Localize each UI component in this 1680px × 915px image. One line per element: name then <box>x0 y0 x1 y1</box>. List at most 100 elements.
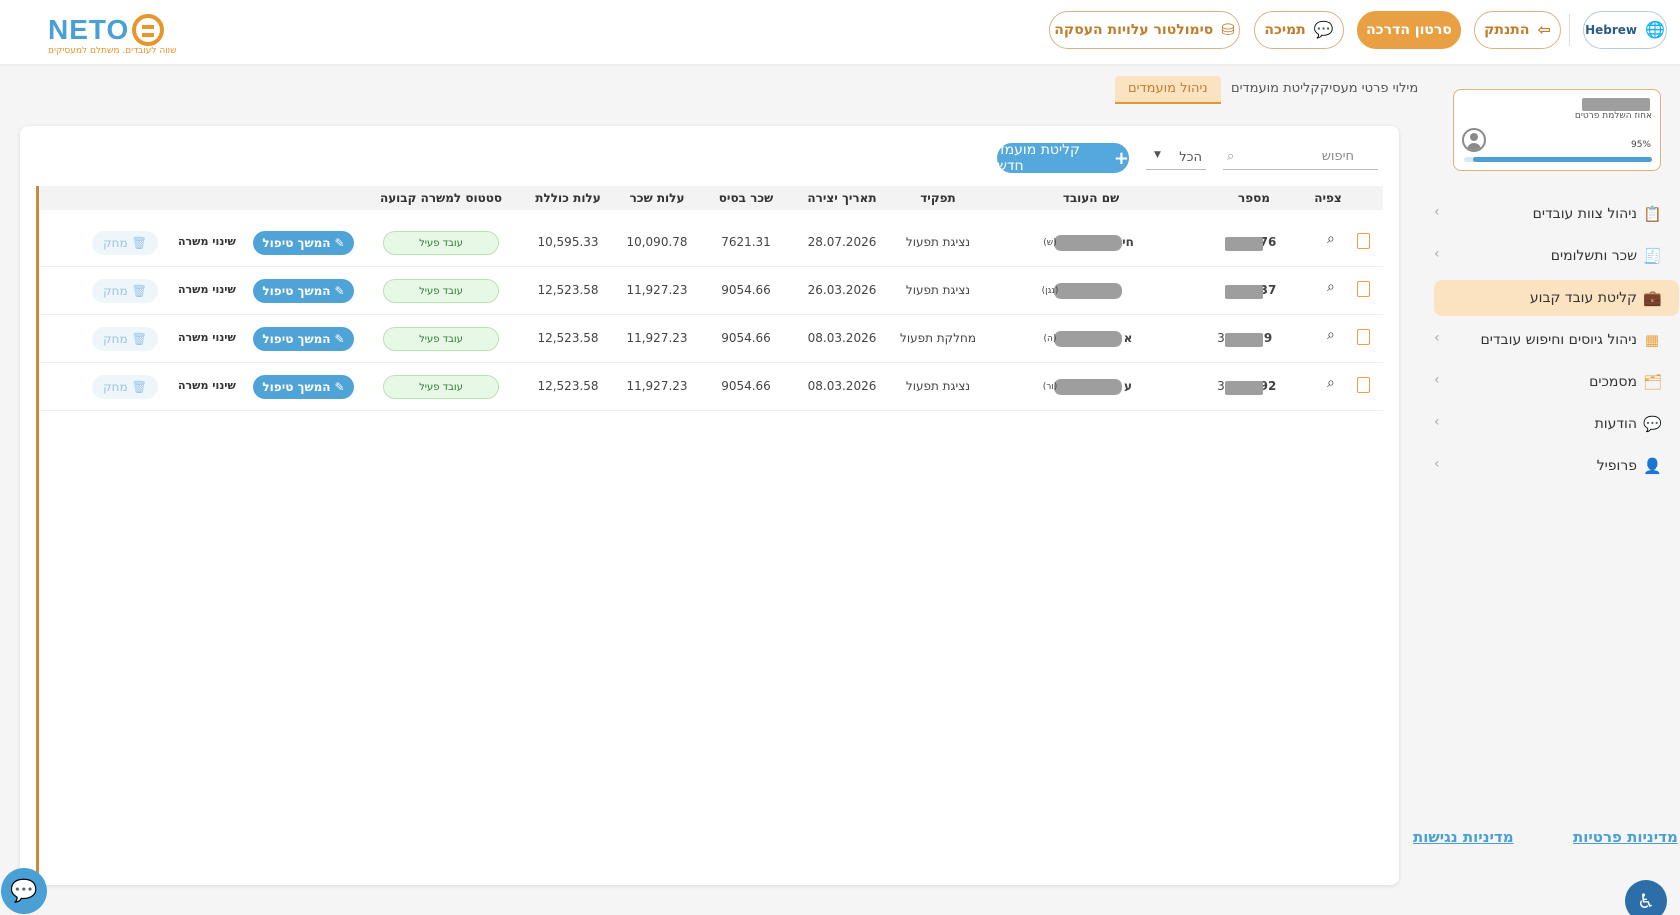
profile-completion-subtitle: אחוז השלמת פרטים <box>1574 111 1652 121</box>
name-start: חי <box>1122 235 1134 249</box>
chevron-left-icon: ‹ <box>1434 414 1440 430</box>
delete-button[interactable]: מחק 🗑 <box>92 279 158 303</box>
change-position-link[interactable]: שינוי משרה <box>178 283 236 296</box>
base-salary-cell: 9054.66 <box>721 283 771 297</box>
continue-handling-button[interactable]: המשך טיפול ✎ <box>253 375 354 399</box>
panel-accent-line <box>36 186 39 879</box>
document-icon[interactable] <box>1357 377 1370 393</box>
delete-button[interactable]: מחק 🗑 <box>92 231 158 255</box>
redacted-number <box>1225 333 1263 347</box>
trash-icon: 🗑 <box>131 332 147 346</box>
continue-handling-button[interactable]: המשך טיפול ✎ <box>253 231 354 255</box>
redacted-name <box>1054 235 1122 251</box>
documents-icon: 🗂 <box>1643 373 1663 391</box>
created-date-cell: 08.03.2026 <box>807 331 877 345</box>
continue-label: המשך טיפול <box>262 236 331 250</box>
logo-tagline: שווה לעובדים. משתלם למעסיקים <box>48 46 177 56</box>
privacy-policy-link[interactable]: מדיניות פרטיות <box>1573 828 1678 846</box>
sidebar-item-1[interactable]: ‹ שכר ותשלומים 🧾 <box>1434 238 1679 274</box>
document-icon[interactable] <box>1357 233 1370 249</box>
chat-icon: 💬 <box>1643 415 1662 433</box>
logout-label: התנתק <box>1484 22 1530 38</box>
logo-text: NETO <box>48 14 130 45</box>
delete-button[interactable]: מחק 🗑 <box>92 327 158 351</box>
role-cell: נציגת תפעול <box>905 235 971 249</box>
chevron-left-icon: ‹ <box>1434 372 1440 388</box>
number-prefix: 3 <box>1217 379 1225 393</box>
table-row: ⌕ 92 3 ע (ור) נציגת תפעול 08.03.2026 905… <box>40 363 1383 411</box>
trash-icon: 🗑 <box>131 284 147 298</box>
live-chat-button[interactable]: 💬 <box>1 868 47 914</box>
completion-percent: 95% <box>1630 140 1651 150</box>
trash-icon: 🗑 <box>131 380 147 394</box>
col-salary-cost: עלות שכר <box>629 191 685 205</box>
sub-tabs: מילוי פרטי מעסיק קליטת מועמדים ניהול מוע… <box>1100 76 1418 104</box>
new-candidate-button[interactable]: קליטת מועמד חדש + <box>997 142 1129 174</box>
chat-bubble-icon: 💬 <box>1313 20 1334 39</box>
number-suffix: 9 <box>1263 331 1273 345</box>
accessibility-button[interactable]: ♿ <box>1625 880 1667 915</box>
col-view: צפיה <box>1314 191 1342 205</box>
logout-button[interactable]: התנתק ⇦ <box>1474 11 1561 49</box>
sidebar-item-5[interactable]: ‹ הודעות 💬 <box>1434 406 1679 442</box>
edit-icon: ✎ <box>334 380 345 394</box>
total-cost-cell: 10,595.33 <box>537 235 599 249</box>
table-header: צפיה מספר שם העובד תפקיד תאריך יצירה שכר… <box>40 186 1383 210</box>
accessibility-policy-link[interactable]: מדיניות נגישות <box>1413 828 1514 846</box>
change-position-link[interactable]: שינוי משרה <box>178 331 236 344</box>
sidebar-item-2[interactable]: קליטת עובד קבוע 💼 <box>1434 280 1679 316</box>
view-magnifier-icon[interactable]: ⌕ <box>1327 279 1335 295</box>
search-field[interactable]: ⌕ חיפוש <box>1223 146 1378 170</box>
base-salary-cell: 9054.66 <box>721 331 771 345</box>
delete-button[interactable]: מחק 🗑 <box>92 375 158 399</box>
sidebar-item-6[interactable]: ‹ פרופיל 👤 <box>1434 448 1679 484</box>
name-end: (ה) <box>1043 334 1057 344</box>
cost-simulator-button[interactable]: סימולטור עלויות העסקה ⛁ <box>1049 11 1240 49</box>
tab-candidate-intake[interactable]: קליטת מועמדים <box>1231 76 1320 104</box>
delete-label: מחק <box>103 236 128 250</box>
status-filter-select[interactable]: ▼ הכל <box>1146 146 1206 170</box>
support-button[interactable]: תמיכה 💬 <box>1254 11 1344 49</box>
base-salary-cell: 9054.66 <box>721 379 771 393</box>
profile-completion-card[interactable]: אחוז השלמת פרטים 95% <box>1453 89 1661 171</box>
tab-candidate-management[interactable]: ניהול מועמדים <box>1115 76 1221 104</box>
created-date-cell: 08.03.2026 <box>807 379 877 393</box>
document-icon[interactable] <box>1357 329 1370 345</box>
logo-mark-icon <box>132 14 164 46</box>
continue-label: המשך טיפול <box>262 332 331 346</box>
sidebar-item-label: מסמכים <box>1589 374 1637 390</box>
status-badge: עובד פעיל <box>383 327 499 351</box>
name-start: ע <box>1124 379 1132 393</box>
chevron-left-icon: ‹ <box>1434 330 1440 346</box>
base-salary-cell: 7621.31 <box>721 235 771 249</box>
continue-handling-button[interactable]: המשך טיפול ✎ <box>253 279 354 303</box>
edit-icon: ✎ <box>334 236 345 250</box>
tab-employer-details[interactable]: מילוי פרטי מעסיק <box>1320 76 1418 104</box>
salary-cost-cell: 10,090.78 <box>626 235 688 249</box>
view-magnifier-icon[interactable]: ⌕ <box>1327 327 1335 343</box>
briefcase-icon: 💼 <box>1643 289 1662 307</box>
continue-handling-button[interactable]: המשך טיפול ✎ <box>253 327 354 351</box>
chevron-left-icon: ‹ <box>1434 456 1440 472</box>
language-selector[interactable]: Hebrew 🌐 <box>1583 11 1667 49</box>
sidebar-item-3[interactable]: ‹ ניהול גיוסים וחיפוש עובדים ▦ <box>1434 322 1679 358</box>
neto-logo[interactable]: NETO שווה לעובדים. משתלם למעסיקים <box>48 12 176 60</box>
trash-icon: 🗑 <box>131 236 147 250</box>
change-position-link[interactable]: שינוי משרה <box>178 235 236 248</box>
chevron-left-icon: ‹ <box>1434 204 1440 220</box>
tutorial-video-button[interactable]: סרטון הדרכה <box>1357 11 1461 49</box>
sidebar-item-4[interactable]: ‹ מסמכים 🗂 <box>1434 364 1679 400</box>
document-icon[interactable] <box>1357 281 1370 297</box>
sidebar-item-0[interactable]: ‹ ניהול צוות עובדים 📋 <box>1434 196 1679 232</box>
avatar <box>1462 128 1486 152</box>
support-label: תמיכה <box>1264 22 1306 38</box>
tutorial-label: סרטון הדרכה <box>1366 22 1452 38</box>
completion-progress-bar <box>1464 157 1652 162</box>
salary-cost-cell: 11,927.23 <box>626 331 688 345</box>
salary-cost-cell: 11,927.23 <box>626 379 688 393</box>
change-position-link[interactable]: שינוי משרה <box>178 379 236 392</box>
view-magnifier-icon[interactable]: ⌕ <box>1327 375 1335 391</box>
redacted-name <box>1054 331 1122 347</box>
view-magnifier-icon[interactable]: ⌕ <box>1327 231 1335 247</box>
sidebar-item-label: הודעות <box>1594 416 1637 432</box>
